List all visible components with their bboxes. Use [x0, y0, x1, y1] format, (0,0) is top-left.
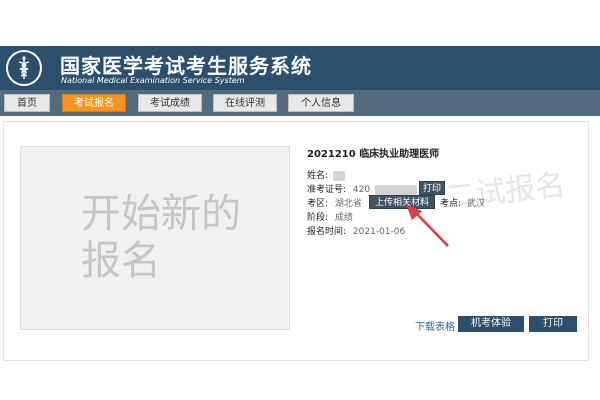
name-value-redacted — [332, 170, 345, 181]
region-row: 考区: 湖北省 — [307, 196, 362, 209]
site-header: 国家医学考试考生服务系统 National Medical Examinatio… — [0, 46, 600, 90]
site-value: 武汉 — [466, 199, 485, 209]
site-subtitle: National Medical Examination Service Sys… — [61, 76, 245, 85]
print-small-button[interactable]: 打印 — [419, 181, 445, 195]
exam-title: 2021210 临床执业助理医师 — [307, 149, 440, 160]
caduceus-logo-icon — [6, 50, 42, 86]
nav-bar: 首页 考试报名 考试成绩 在线评测 个人信息 — [0, 90, 600, 116]
region-label: 考区: — [307, 199, 329, 209]
ticket-label: 准考证号: — [307, 185, 347, 195]
ticket-row: 准考证号: 420 — [307, 182, 417, 195]
name-row: 姓名: — [307, 168, 345, 181]
new-registration-text: 开始新的报名 — [81, 191, 241, 284]
time-label: 报名时间: — [307, 227, 347, 237]
tab-exam-registration[interactable]: 考试报名 — [62, 94, 126, 112]
tab-personal-info[interactable]: 个人信息 — [288, 94, 354, 112]
ticket-value: 420 — [352, 185, 371, 195]
tab-home[interactable]: 首页 — [4, 94, 50, 112]
download-form-link[interactable]: 下载表格 — [415, 318, 455, 333]
time-value: 2021-01-06 — [352, 227, 406, 237]
stage-label: 阶段: — [307, 213, 329, 223]
name-label: 姓名: — [307, 171, 329, 181]
region-value: 湖北省 — [334, 199, 362, 209]
new-registration-card[interactable]: 开始新的报名 — [20, 146, 290, 330]
print-button[interactable]: 打印 — [529, 316, 577, 332]
site-title: 国家医学考试考生服务系统 — [60, 54, 312, 78]
tab-exam-results[interactable]: 考试成绩 — [138, 94, 202, 112]
tab-online-assessment[interactable]: 在线评测 — [213, 94, 277, 112]
ticket-value-redacted — [374, 184, 417, 195]
time-row: 报名时间: 2021-01-06 — [307, 224, 405, 237]
exam-experience-button[interactable]: 机考体验 — [458, 316, 524, 332]
annotation-arrow-icon — [406, 204, 449, 247]
stage-row: 阶段: 成绩 — [307, 210, 353, 223]
stage-value: 成绩 — [334, 213, 353, 223]
